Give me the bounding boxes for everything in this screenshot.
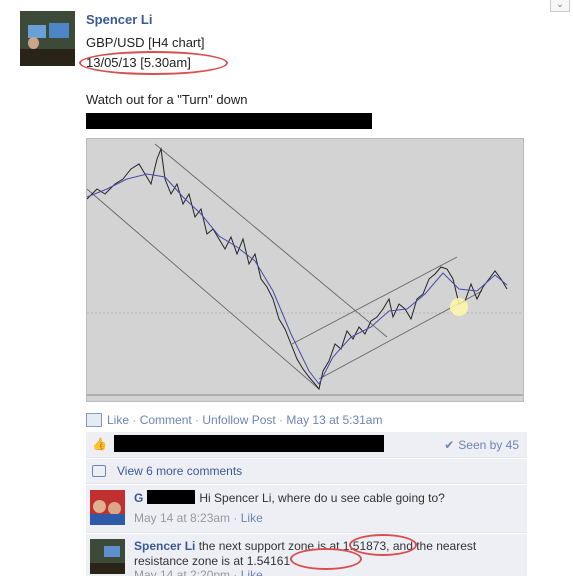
comment-timestamp[interactable]: May 14 at 2:20pm <box>134 568 230 576</box>
separator: · <box>191 413 203 427</box>
seen-by-text: Seen by 45 <box>458 438 519 452</box>
annotation-circle <box>290 548 362 570</box>
comment-like-link[interactable]: Like <box>241 511 263 525</box>
post-author-name[interactable]: Spencer Li <box>86 12 152 27</box>
view-more-comments-bar: View 6 more comments <box>86 459 527 484</box>
comment-meta: May 14 at 8:23am · Like <box>134 511 263 525</box>
price-chart-graphic <box>87 143 523 396</box>
annotation-circle <box>349 534 417 556</box>
post-timestamp-link[interactable]: May 13 at 5:31am <box>286 413 382 427</box>
comment-item: Spencer Li the next support zone is at 1… <box>86 534 527 576</box>
comment-item: G Hi Spencer Li, where do u see cable goi… <box>86 485 527 533</box>
comment-like-link[interactable]: Like <box>241 568 263 576</box>
redaction-bar <box>147 490 196 504</box>
like-link[interactable]: Like <box>107 413 129 427</box>
separator: · <box>230 511 241 525</box>
avatar[interactable] <box>90 539 125 574</box>
comment-author-name[interactable]: G <box>134 491 143 505</box>
chevron-down-icon[interactable]: ⌄ <box>550 0 570 12</box>
redaction-bar <box>114 435 384 452</box>
comment-meta: May 14 at 2:20pm · Like <box>134 568 263 576</box>
post-message: Watch out for a "Turn" down <box>86 92 248 107</box>
thumbs-up-icon: 👍 <box>92 437 107 451</box>
comment-author-name[interactable]: Spencer Li <box>134 539 195 553</box>
redaction-bar <box>86 113 372 129</box>
seen-by-link[interactable]: ✔ Seen by 45 <box>444 438 519 452</box>
avatar[interactable] <box>90 490 125 525</box>
avatar[interactable] <box>20 11 75 66</box>
separator: · <box>129 413 140 427</box>
comment-body: G Hi Spencer Li, where do u see cable goi… <box>134 490 519 506</box>
comment-timestamp[interactable]: May 14 at 8:23am <box>134 511 230 525</box>
resistance-level: 1.54161 <box>246 554 291 568</box>
likes-bar: 👍 ✔ Seen by 45 <box>86 432 527 458</box>
post-pair-line: GBP/USD [H4 chart] <box>86 35 205 50</box>
photo-icon <box>86 413 102 427</box>
post-image-chart[interactable] <box>86 138 524 402</box>
separator: · <box>230 568 241 576</box>
annotation-circle <box>79 51 228 75</box>
separator: · <box>275 413 287 427</box>
post-action-bar: Like · Comment · Unfollow Post · May 13 … <box>86 413 382 427</box>
view-more-comments-link[interactable]: View 6 more comments <box>117 464 242 478</box>
comment-text: Hi Spencer Li, where do u see cable goin… <box>199 491 445 505</box>
unfollow-post-link[interactable]: Unfollow Post <box>202 413 275 427</box>
comment-icon <box>92 465 106 477</box>
comment-link[interactable]: Comment <box>140 413 192 427</box>
checkmark-icon: ✔ <box>444 438 455 452</box>
